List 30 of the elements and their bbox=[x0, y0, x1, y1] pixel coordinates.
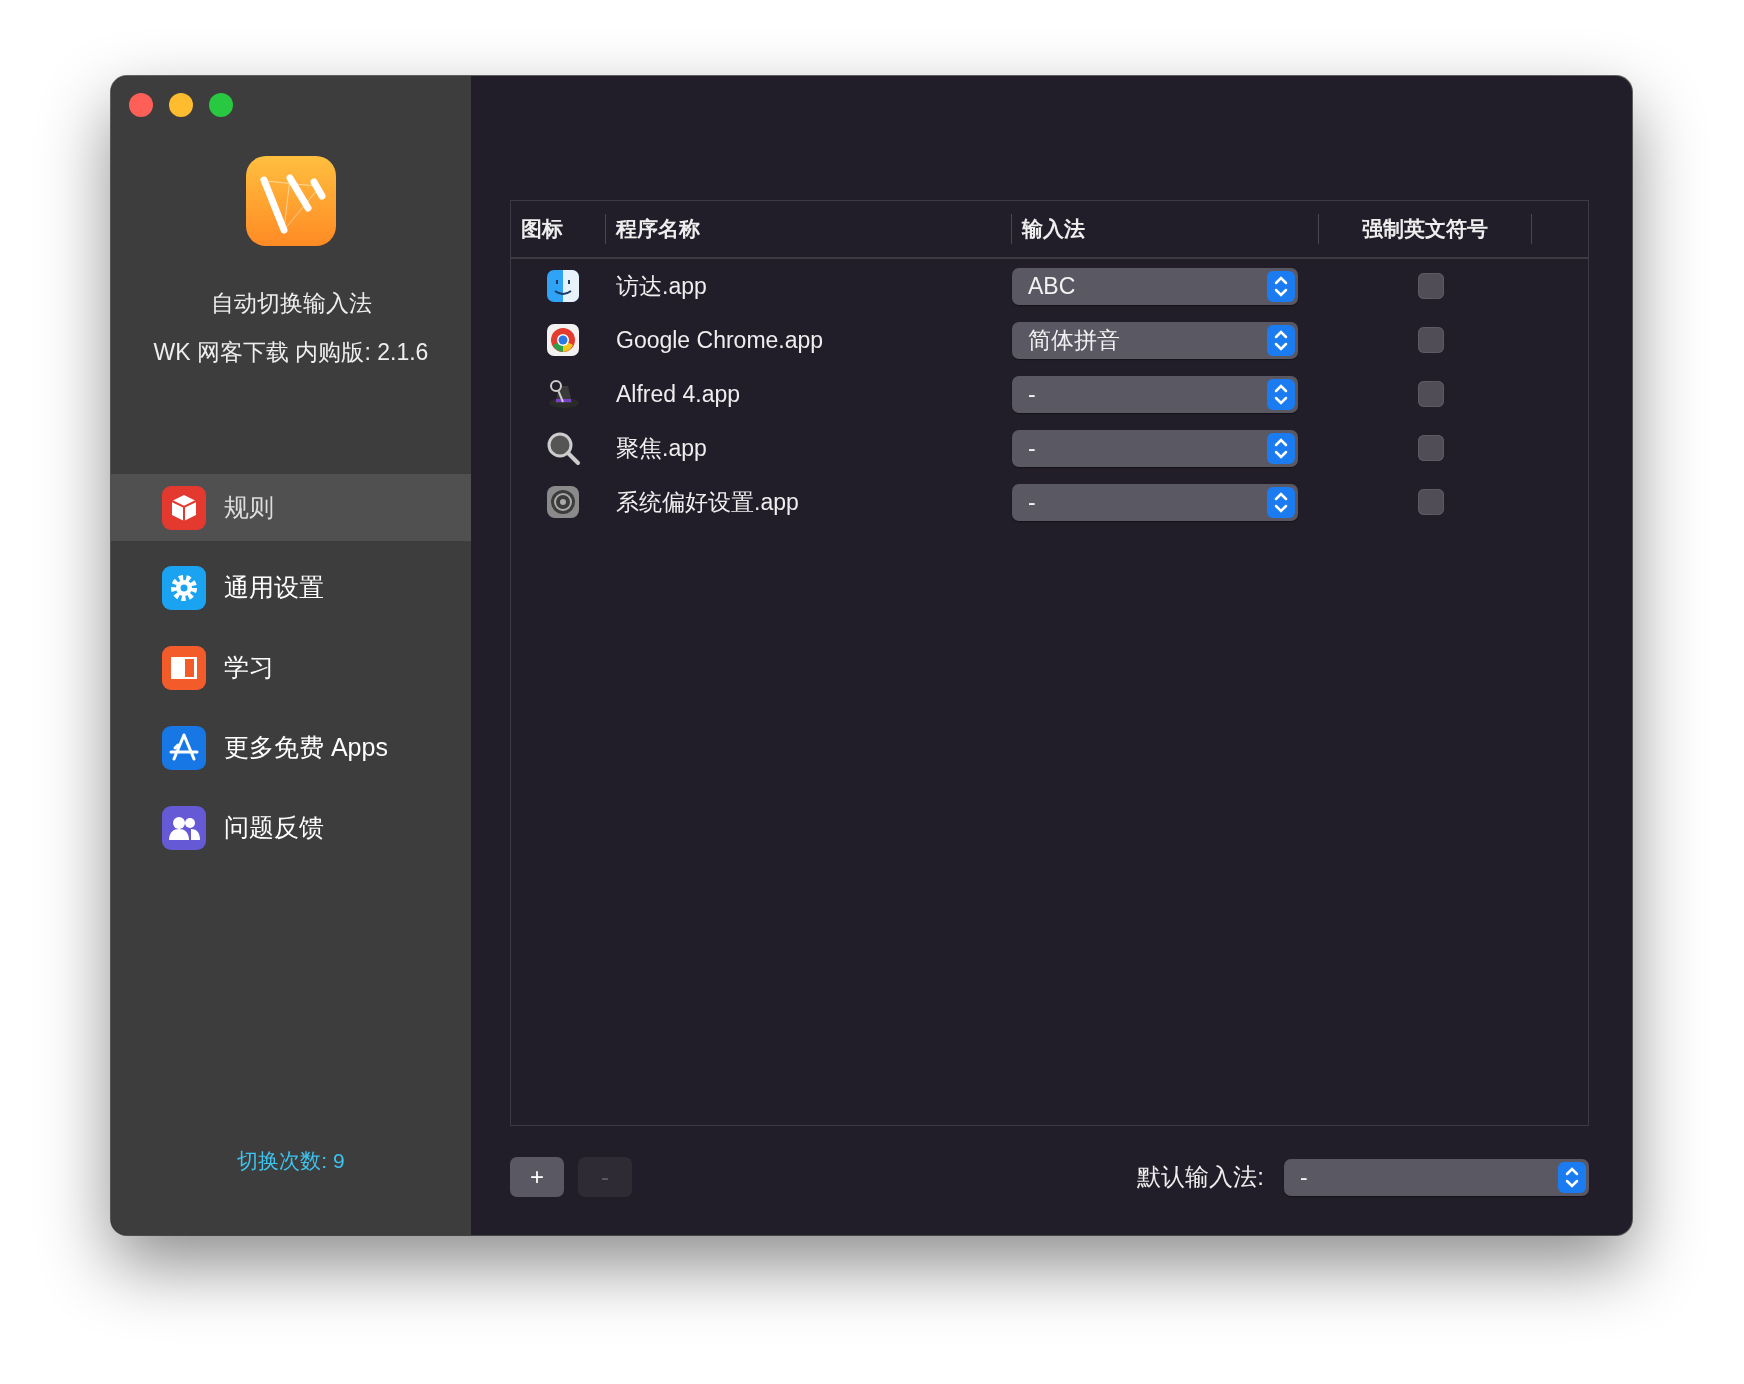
default-input-popup[interactable]: - bbox=[1284, 1158, 1589, 1196]
column-header[interactable]: 图标 bbox=[511, 214, 606, 244]
sidebar-item[interactable]: 更多免费 Apps bbox=[111, 714, 471, 781]
sidebar-item[interactable]: 规则 bbox=[111, 474, 471, 541]
sidebar-item[interactable]: 通用设置 bbox=[111, 554, 471, 621]
input-method-popup[interactable]: ABC bbox=[1012, 267, 1298, 305]
column-header[interactable]: 程序名称 bbox=[606, 214, 1012, 244]
sidebar-item[interactable]: 问题反馈 bbox=[111, 794, 471, 861]
sidebar-item-label: 规则 bbox=[224, 492, 274, 523]
input-method-popup[interactable]: - bbox=[1012, 429, 1298, 467]
app-title: 自动切换输入法 bbox=[209, 289, 373, 318]
sidebar-item-label: 更多免费 Apps bbox=[224, 732, 388, 763]
app-name: 系统偏好设置.app bbox=[615, 487, 800, 517]
sidebar-item-label: 通用设置 bbox=[224, 572, 324, 603]
column-header[interactable]: 输入法 bbox=[1012, 214, 1319, 244]
input-method-popup[interactable]: 简体拼音 bbox=[1012, 321, 1298, 359]
sidebar-item[interactable]: 学习 bbox=[111, 634, 471, 701]
app-name: 访达.app bbox=[615, 271, 708, 301]
sidebar-item-label: 学习 bbox=[224, 652, 274, 683]
sidebar-item-label: 问题反馈 bbox=[224, 812, 324, 843]
input-method-popup[interactable]: - bbox=[1012, 483, 1298, 521]
add-button[interactable]: + bbox=[510, 1157, 564, 1197]
app-name: 聚焦.app bbox=[615, 433, 708, 463]
app-name: Alfred 4.app bbox=[615, 380, 742, 408]
app-name: Google Chrome.app bbox=[615, 326, 825, 354]
input-method-popup[interactable]: - bbox=[1012, 375, 1298, 413]
column-header[interactable]: 强制英文符号 bbox=[1319, 214, 1532, 244]
switch-count: 切换次数: 9 bbox=[236, 1148, 346, 1174]
default-input-label: 默认输入法: bbox=[1137, 1162, 1264, 1192]
version-text: WK 网客下载 内购版: 2.1.6 bbox=[152, 338, 430, 367]
